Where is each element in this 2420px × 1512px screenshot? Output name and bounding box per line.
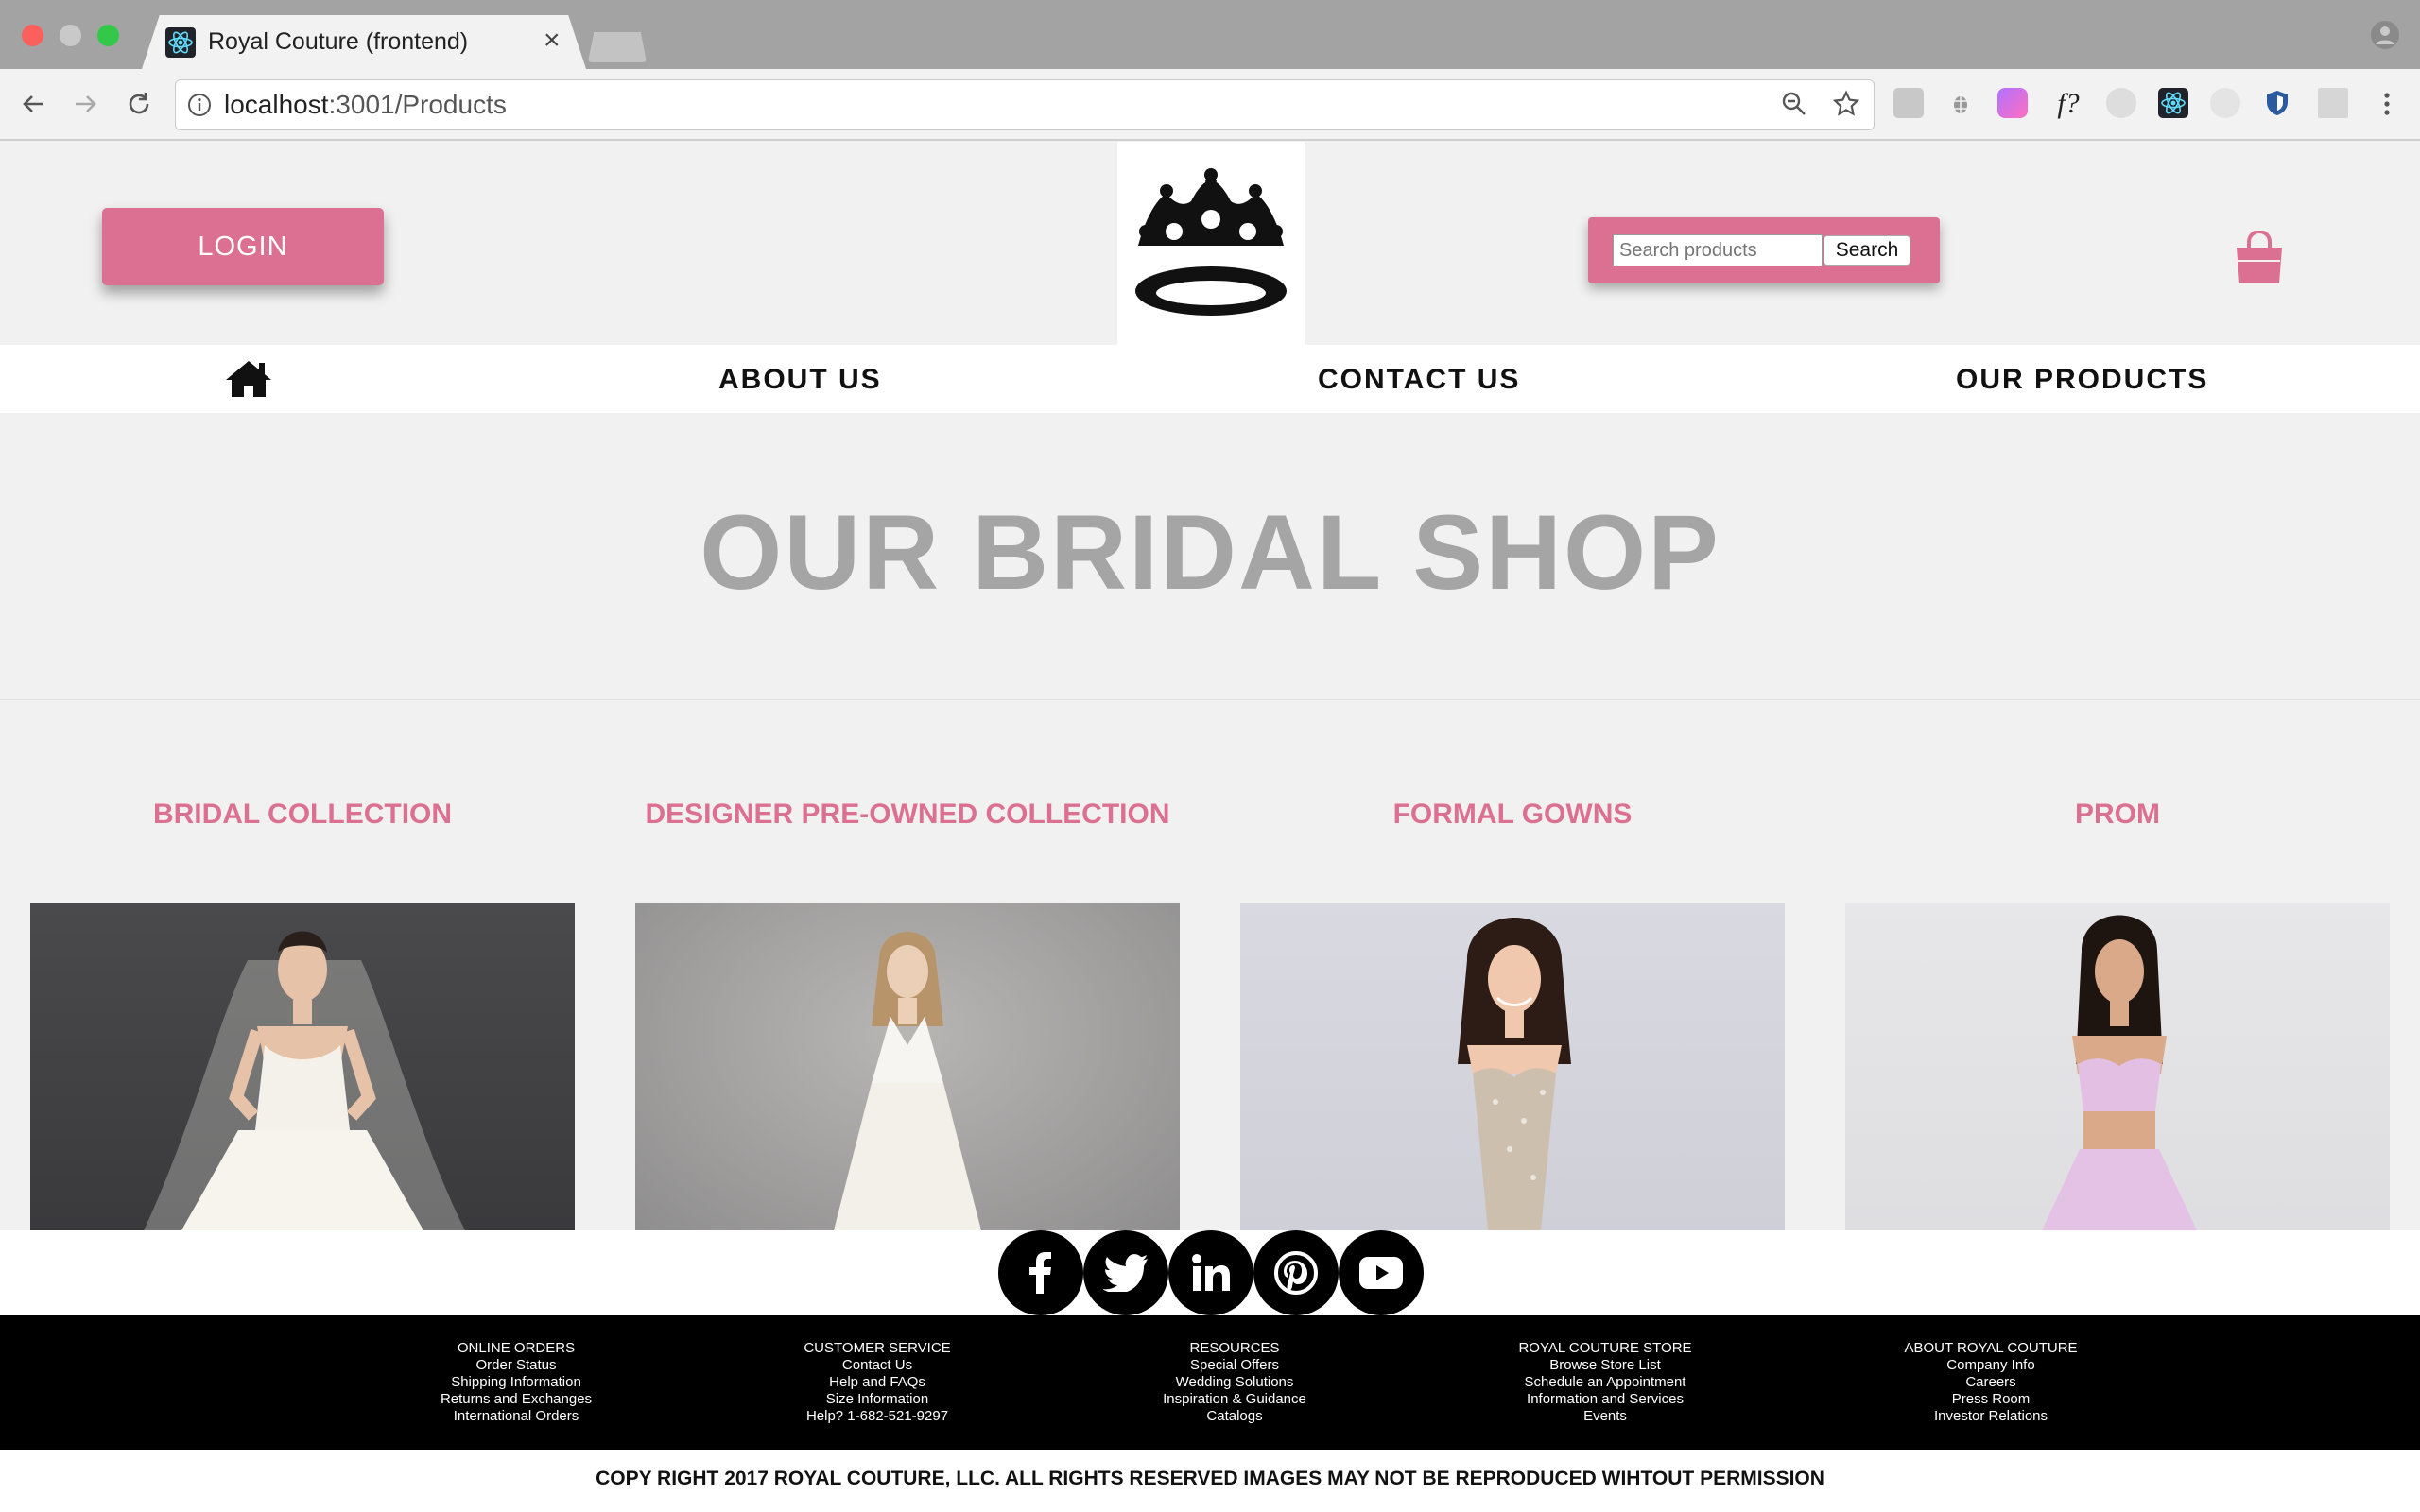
footer-link[interactable]: Wedding Solutions bbox=[1083, 1374, 1386, 1391]
footer-link[interactable]: Special Offers bbox=[1083, 1357, 1386, 1374]
circle-extension-icon[interactable] bbox=[2106, 88, 2136, 118]
color-extension-icon[interactable] bbox=[1997, 88, 2028, 118]
footer-link[interactable]: Catalogs bbox=[1083, 1408, 1386, 1425]
footer-heading: ROYAL COUTURE STORE bbox=[1518, 1340, 1692, 1356]
new-tab-button[interactable] bbox=[588, 32, 647, 62]
footer-link[interactable]: Investor Relations bbox=[1840, 1408, 2142, 1425]
shopping-bag-icon[interactable] bbox=[2233, 230, 2286, 285]
close-window-button[interactable] bbox=[22, 25, 43, 46]
extension-icon[interactable] bbox=[1893, 88, 1924, 118]
footer-heading: RESOURCES bbox=[1189, 1340, 1280, 1356]
menu-icon[interactable] bbox=[2368, 85, 2406, 123]
divider bbox=[0, 699, 2420, 700]
footer-link[interactable]: Help? 1-682-521-9297 bbox=[726, 1408, 1028, 1425]
react-favicon-icon bbox=[165, 27, 196, 58]
site-info-icon[interactable] bbox=[186, 92, 213, 118]
footer-link[interactable]: Browse Store List bbox=[1454, 1357, 1756, 1374]
shield-extension-icon[interactable] bbox=[2262, 88, 2292, 118]
login-button[interactable]: LOGIN bbox=[102, 208, 384, 285]
footer-heading: ONLINE ORDERS bbox=[457, 1340, 576, 1356]
profile-icon[interactable] bbox=[2371, 21, 2399, 49]
footer-col-resources: RESOURCES Special Offers Wedding Solutio… bbox=[1083, 1340, 1386, 1425]
url-text: localhost:3001/Products bbox=[224, 90, 507, 119]
footer-col-about: ABOUT ROYAL COUTURE Company Info Careers… bbox=[1840, 1340, 2142, 1425]
footer-link[interactable]: Company Info bbox=[1840, 1357, 2142, 1374]
home-icon[interactable] bbox=[225, 359, 272, 399]
bug-extension-icon[interactable] bbox=[1945, 88, 1976, 118]
forward-icon[interactable] bbox=[67, 85, 105, 123]
maximize-window-button[interactable] bbox=[97, 25, 119, 46]
footer-link[interactable]: Order Status bbox=[365, 1357, 667, 1374]
formal-gowns-image[interactable] bbox=[1240, 903, 1785, 1230]
search-button[interactable]: Search bbox=[1824, 235, 1910, 266]
footer-link[interactable]: Press Room bbox=[1840, 1391, 2142, 1408]
minimize-window-button[interactable] bbox=[60, 25, 81, 46]
footer-col-store: ROYAL COUTURE STORE Browse Store List Sc… bbox=[1454, 1340, 1756, 1425]
pinterest-icon[interactable] bbox=[1253, 1230, 1339, 1315]
footer-link[interactable]: Help and FAQs bbox=[726, 1374, 1028, 1391]
footer-link[interactable]: Size Information bbox=[726, 1391, 1028, 1408]
footer-link[interactable]: Careers bbox=[1840, 1374, 2142, 1391]
footer-link[interactable]: International Orders bbox=[365, 1408, 667, 1425]
nav-about-us[interactable]: ABOUT US bbox=[718, 364, 882, 396]
close-tab-icon[interactable]: × bbox=[544, 26, 561, 55]
footer-link[interactable]: Inspiration & Guidance bbox=[1083, 1391, 1386, 1408]
font-extension-icon[interactable]: f? bbox=[2049, 85, 2087, 123]
target-extension-icon[interactable] bbox=[2210, 88, 2240, 118]
crown-icon bbox=[1135, 168, 1287, 316]
copyright-text: COPY RIGHT 2017 ROYAL COUTURE, LLC. ALL … bbox=[596, 1468, 1824, 1489]
page-title: OUR BRIDAL SHOP bbox=[700, 493, 1720, 611]
back-icon[interactable] bbox=[14, 85, 52, 123]
footer-col-online-orders: ONLINE ORDERS Order Status Shipping Info… bbox=[365, 1340, 667, 1425]
nav-contact-us[interactable]: CONTACT US bbox=[1318, 364, 1520, 396]
category-title-pre-owned[interactable]: DESIGNER PRE-OWNED COLLECTION bbox=[605, 799, 1210, 831]
logo[interactable] bbox=[1117, 142, 1305, 345]
tab-title: Royal Couture (frontend) bbox=[208, 28, 469, 55]
nav-our-products[interactable]: OUR PRODUCTS bbox=[1956, 364, 2208, 396]
prom-image[interactable] bbox=[1845, 903, 2390, 1230]
facebook-icon[interactable] bbox=[998, 1230, 1083, 1315]
twitter-icon[interactable] bbox=[1083, 1230, 1168, 1315]
footer-link[interactable]: Events bbox=[1454, 1408, 1756, 1425]
footer-heading: CUSTOMER SERVICE bbox=[804, 1340, 951, 1356]
category-title-formal[interactable]: FORMAL GOWNS bbox=[1210, 799, 1815, 831]
reload-icon[interactable] bbox=[120, 85, 158, 123]
footer-link[interactable]: Information and Services bbox=[1454, 1391, 1756, 1408]
pre-owned-collection-image[interactable] bbox=[635, 903, 1180, 1230]
linkedin-icon[interactable] bbox=[1168, 1230, 1253, 1315]
square-extension-icon[interactable] bbox=[2318, 88, 2348, 118]
zoom-icon[interactable] bbox=[1775, 85, 1813, 123]
footer-col-customer-service: CUSTOMER SERVICE Contact Us Help and FAQ… bbox=[726, 1340, 1028, 1425]
footer-heading: ABOUT ROYAL COUTURE bbox=[1904, 1340, 2078, 1356]
search-input[interactable] bbox=[1613, 234, 1823, 266]
bridal-collection-image[interactable] bbox=[30, 903, 575, 1230]
bookmark-star-icon[interactable] bbox=[1827, 85, 1865, 123]
footer-link[interactable]: Contact Us bbox=[726, 1357, 1028, 1374]
youtube-icon[interactable] bbox=[1339, 1230, 1424, 1315]
footer-link[interactable]: Schedule an Appointment bbox=[1454, 1374, 1756, 1391]
react-devtools-icon[interactable] bbox=[2158, 88, 2188, 118]
category-title-bridal[interactable]: BRIDAL COLLECTION bbox=[0, 799, 605, 831]
category-title-prom[interactable]: PROM bbox=[1815, 799, 2420, 831]
footer-link[interactable]: Shipping Information bbox=[365, 1374, 667, 1391]
footer-link[interactable]: Returns and Exchanges bbox=[365, 1391, 667, 1408]
